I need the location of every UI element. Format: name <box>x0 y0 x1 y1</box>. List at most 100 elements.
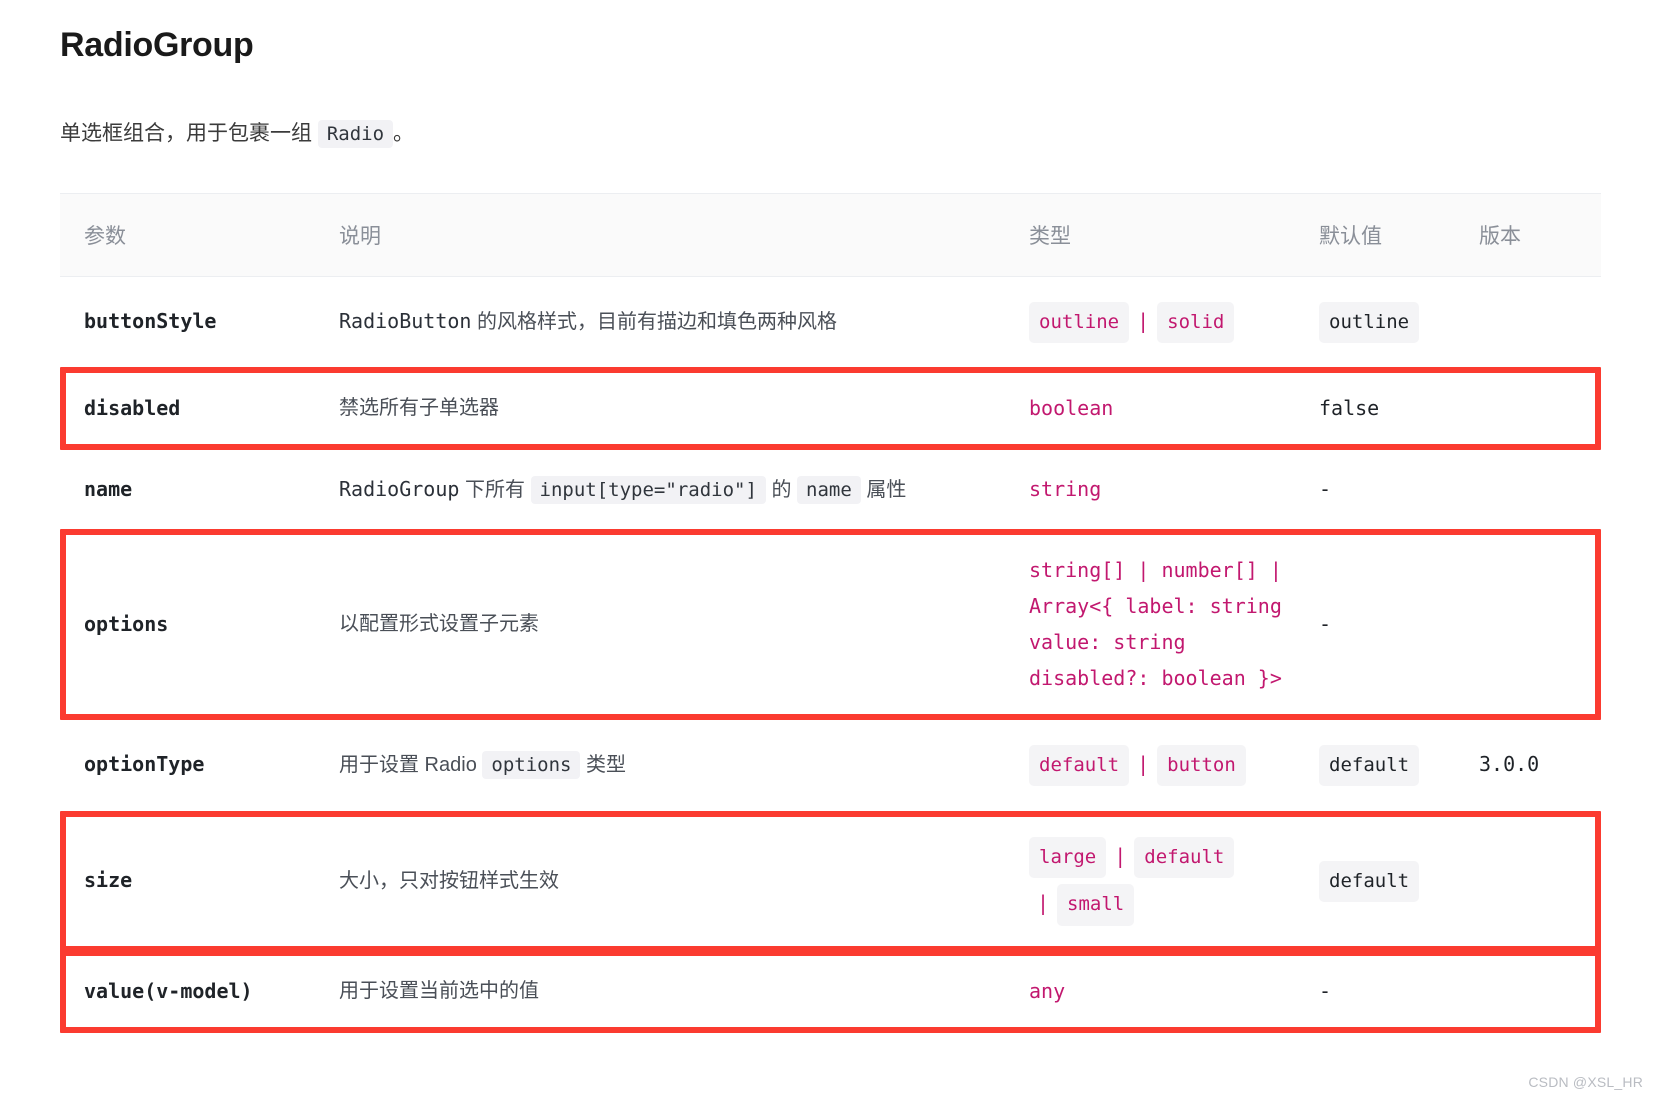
desc-text: 类型 <box>586 753 627 776</box>
desc-inline-code: name <box>797 475 861 504</box>
cell-default: false <box>1295 368 1455 450</box>
table-row: disabled 禁选所有子单选器 boolean false <box>60 368 1601 450</box>
param-name: buttonStyle <box>84 309 217 334</box>
api-table-container: 参数 说明 类型 默认值 版本 buttonStyle RadioButton 的… <box>60 192 1601 1034</box>
param-name: size <box>84 868 133 893</box>
cell-default: outline <box>1295 276 1455 369</box>
cell-param: value(v-model) <box>60 951 315 1033</box>
cell-param: buttonStyle <box>60 276 315 369</box>
cell-version <box>1455 368 1601 450</box>
cell-description: 用于设置当前选中的值 <box>315 951 1005 1033</box>
table-header-row: 参数 说明 类型 默认值 版本 <box>60 192 1601 277</box>
type-separator: | <box>1137 751 1150 776</box>
desc-text: 属性 <box>866 478 907 501</box>
default-value: false <box>1319 395 1380 420</box>
table-row: size 大小，只对按钮样式生效 large | default | small defau… <box>60 811 1601 952</box>
type-code-token: small <box>1057 884 1135 926</box>
type-code-token: default <box>1134 837 1235 879</box>
cell-description: RadioButton 的风格样式，目前有描边和填色两种风格 <box>315 276 1005 369</box>
default-value: - <box>1319 978 1332 1003</box>
default-value: default <box>1319 744 1420 787</box>
document-page: RadioGroup 单选框组合，用于包裹一组 Radio。 参数 说明 类型 … <box>0 0 1661 1034</box>
param-name: options <box>84 611 169 636</box>
param-name: disabled <box>84 395 181 420</box>
api-props-table: 参数 说明 类型 默认值 版本 buttonStyle RadioButton 的… <box>60 192 1601 1033</box>
type-text: any <box>1029 978 1066 1003</box>
desc-text: 下所有 <box>464 478 525 501</box>
desc-mono-text: RadioButton <box>339 309 472 334</box>
desc-inline-code: options <box>482 750 581 779</box>
cell-default: default <box>1295 719 1455 813</box>
cell-type: string[] | number[] | Array<{ label: str… <box>1005 530 1295 720</box>
param-name: value(v-model) <box>84 978 253 1003</box>
type-separator: | <box>1137 308 1150 333</box>
table-row: buttonStyle RadioButton 的风格样式，目前有描边和填色两种风… <box>60 276 1601 369</box>
cell-param: options <box>60 530 315 720</box>
type-separator: | <box>1037 891 1050 916</box>
default-value: outline <box>1319 301 1420 343</box>
cell-version: 3.0.0 <box>1455 719 1601 813</box>
desc-text: 大小，只对按钮样式生效 <box>339 869 559 892</box>
column-header-type: 类型 <box>1005 192 1295 277</box>
desc-text: 禁选所有子单选器 <box>339 397 499 420</box>
cell-version <box>1455 530 1601 720</box>
cell-default: - <box>1295 449 1455 531</box>
cell-version <box>1455 276 1601 369</box>
cell-type: large | default | small <box>1005 811 1295 952</box>
desc-text: 的 <box>771 478 792 501</box>
table-row: optionType 用于设置 Radio options 类型 default |… <box>60 719 1601 813</box>
intro-text-after: 。 <box>393 122 415 145</box>
type-text: string <box>1029 476 1102 501</box>
intro-inline-code-radio: Radio <box>317 120 394 148</box>
type-code-token: solid <box>1157 301 1235 343</box>
cell-default: default <box>1295 811 1455 952</box>
type-code-token: large <box>1029 837 1107 879</box>
version-value: 3.0.0 <box>1479 752 1540 777</box>
cell-param: size <box>60 811 315 952</box>
column-header-param: 参数 <box>60 192 315 277</box>
intro-paragraph: 单选框组合，用于包裹一组 Radio。 <box>60 117 1601 151</box>
cell-param: name <box>60 449 315 531</box>
desc-text: 用于设置 Radio <box>339 753 477 776</box>
type-code-token: outline <box>1029 301 1130 343</box>
default-value: - <box>1319 476 1332 501</box>
cell-description: 用于设置 Radio options 类型 <box>315 719 1005 813</box>
cell-param: disabled <box>60 368 315 450</box>
table-row: name RadioGroup 下所有 input[type="radio"] 的… <box>60 449 1601 531</box>
cell-description: 以配置形式设置子元素 <box>315 530 1005 720</box>
param-name: name <box>84 476 133 501</box>
cell-type: boolean <box>1005 368 1295 450</box>
cell-type: default | button <box>1005 719 1295 813</box>
type-text: boolean <box>1029 395 1114 420</box>
cell-description: 禁选所有子单选器 <box>315 368 1005 450</box>
table-body: buttonStyle RadioButton 的风格样式，目前有描边和填色两种风… <box>60 276 1601 1033</box>
desc-inline-code: input[type="radio"] <box>530 475 766 504</box>
column-header-default: 默认值 <box>1295 192 1455 277</box>
desc-text: 用于设置当前选中的值 <box>339 980 539 1003</box>
default-value: default <box>1319 860 1420 902</box>
cell-param: optionType <box>60 719 315 813</box>
column-header-desc: 说明 <box>315 192 1005 277</box>
cell-description: RadioGroup 下所有 input[type="radio"] 的 nam… <box>315 449 1005 531</box>
desc-mono-text: RadioGroup <box>339 476 460 501</box>
cell-type: any <box>1005 951 1295 1033</box>
desc-text: 的风格样式，目前有描边和填色两种风格 <box>477 311 838 334</box>
param-name: optionType <box>84 752 205 777</box>
page-title: RadioGroup <box>60 26 254 64</box>
default-value: - <box>1319 611 1332 636</box>
cell-version <box>1455 811 1601 952</box>
cell-description: 大小，只对按钮样式生效 <box>315 811 1005 952</box>
type-separator: | <box>1114 844 1127 869</box>
cell-default: - <box>1295 530 1455 720</box>
cell-version <box>1455 951 1601 1033</box>
type-code-token: button <box>1157 744 1246 787</box>
table-row: value(v-model) 用于设置当前选中的值 any - <box>60 951 1601 1033</box>
csdn-watermark: CSDN @XSL_HR <box>1528 1074 1643 1090</box>
cell-type: string <box>1005 449 1295 531</box>
desc-text: 以配置形式设置子元素 <box>339 613 539 636</box>
type-code-token: default <box>1029 744 1130 787</box>
intro-text-before: 单选框组合，用于包裹一组 <box>60 122 312 145</box>
cell-default: - <box>1295 951 1455 1033</box>
cell-type: outline | solid <box>1005 276 1295 369</box>
cell-version <box>1455 449 1601 531</box>
